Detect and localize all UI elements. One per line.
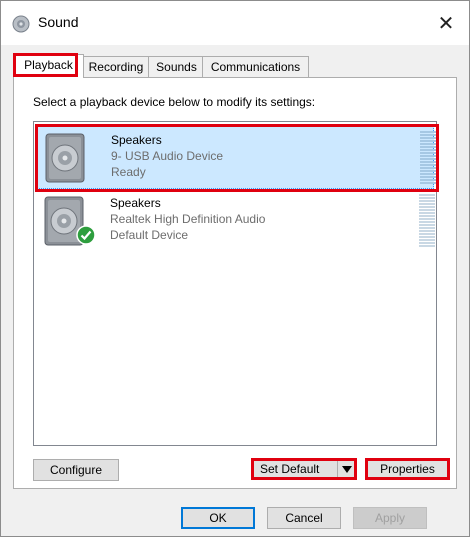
set-default-dropdown[interactable] xyxy=(337,461,356,477)
configure-button[interactable]: Configure xyxy=(33,459,119,481)
apply-button[interactable]: Apply xyxy=(353,507,427,529)
tab-playback-highlight xyxy=(13,53,78,77)
close-button[interactable]: ✕ xyxy=(423,1,469,45)
chevron-down-icon xyxy=(342,465,352,473)
set-default-button[interactable]: Set Default xyxy=(251,458,357,480)
ok-button[interactable]: OK xyxy=(181,507,255,529)
title-bar: Sound ✕ xyxy=(1,1,469,45)
tab-sounds[interactable]: Sounds xyxy=(148,56,205,77)
device-row-realtek-speakers[interactable]: Speakers Realtek High Definition Audio D… xyxy=(36,189,435,253)
device-list[interactable]: Speakers 9- USB Audio Device Ready Speak… xyxy=(33,121,439,446)
device-row-usb-speakers[interactable]: Speakers 9- USB Audio Device Ready xyxy=(35,124,439,192)
tab-communications[interactable]: Communications xyxy=(202,56,309,77)
device-status: Ready xyxy=(111,165,146,179)
default-device-check-icon xyxy=(76,225,96,245)
playback-panel: Select a playback device below to modify… xyxy=(13,77,457,489)
device-status: Default Device xyxy=(110,228,189,242)
tab-recording[interactable]: Recording xyxy=(81,56,151,77)
instruction-text: Select a playback device below to modify… xyxy=(33,95,316,109)
sound-dialog: Sound ✕ Playback Recording Sounds Commun… xyxy=(0,0,470,537)
device-name: Speakers xyxy=(111,133,162,147)
cancel-button[interactable]: Cancel xyxy=(267,507,341,529)
device-name: Speakers xyxy=(110,196,161,210)
speaker-device-icon xyxy=(45,133,85,183)
window-title: Sound xyxy=(38,14,79,30)
close-icon: ✕ xyxy=(437,11,455,35)
volume-level-meter xyxy=(419,194,435,248)
set-default-label: Set Default xyxy=(260,462,320,476)
volume-level-meter xyxy=(420,131,436,185)
device-row-highlight xyxy=(35,124,439,192)
device-description: 9- USB Audio Device xyxy=(111,149,224,163)
device-description: Realtek High Definition Audio xyxy=(110,212,266,226)
properties-button[interactable]: Properties xyxy=(365,458,450,480)
speaker-icon xyxy=(12,15,30,33)
